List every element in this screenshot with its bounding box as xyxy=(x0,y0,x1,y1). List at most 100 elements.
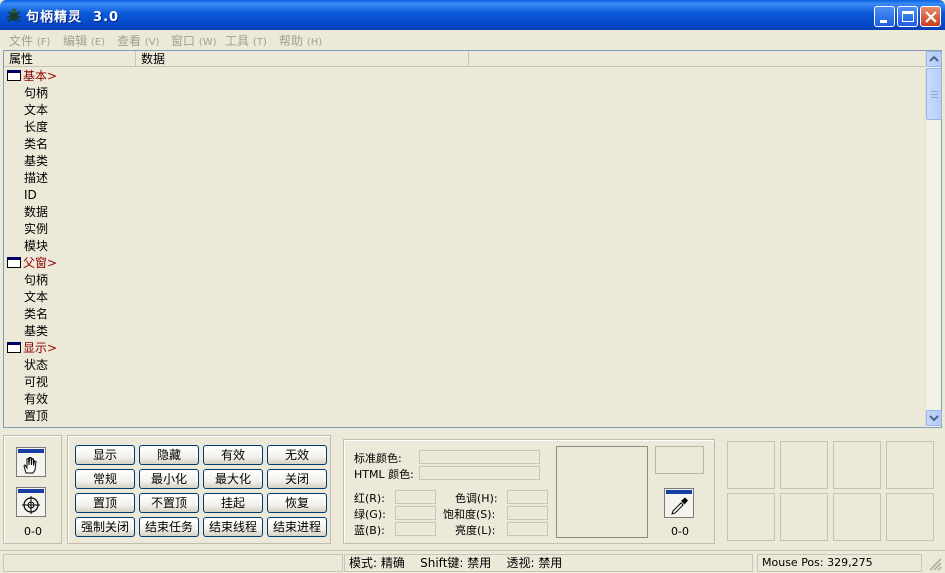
action-button[interactable]: 显示 xyxy=(75,445,135,465)
window-icon xyxy=(7,342,21,353)
property-row[interactable]: 类名 xyxy=(24,306,48,323)
zoom-cell xyxy=(833,441,881,489)
action-button[interactable]: 挂起 xyxy=(203,493,263,513)
action-button[interactable]: 结束任务 xyxy=(139,517,199,537)
column-header-property[interactable]: 属性 xyxy=(4,51,136,67)
property-label: 模块 xyxy=(24,239,49,253)
html-color-field[interactable] xyxy=(419,466,540,480)
action-button[interactable]: 强制关闭 xyxy=(75,517,135,537)
property-row[interactable]: 句柄 xyxy=(24,85,48,102)
menu-help[interactable]: 帮助 (H) xyxy=(279,32,322,49)
property-row[interactable]: 基类 xyxy=(24,323,48,340)
property-label: 基本> xyxy=(23,69,58,83)
title-bar[interactable]: 句柄精灵 3.0 xyxy=(0,0,945,30)
property-row[interactable]: 数据 xyxy=(24,204,48,221)
scroll-up-button[interactable] xyxy=(926,51,942,67)
property-row[interactable]: 有效 xyxy=(24,391,48,408)
zoom-cell xyxy=(886,493,934,541)
window-icon xyxy=(7,257,21,268)
scroll-down-button[interactable] xyxy=(926,410,942,426)
action-button[interactable]: 关闭 xyxy=(267,469,327,489)
status-mode: 模式: 精确 xyxy=(349,556,405,570)
action-button[interactable]: 不置顶 xyxy=(139,493,199,513)
resize-grip-icon[interactable] xyxy=(928,557,942,571)
property-label: 显示> xyxy=(23,341,58,355)
property-row[interactable]: 句柄 xyxy=(24,272,48,289)
blue-field[interactable] xyxy=(395,522,436,536)
property-grid[interactable]: 属性 数据 基本> 句柄 文本 长度 类名 基类 描述 ID 数据 实例 模块 父窗> 句柄 文本 类名 基类… xyxy=(3,50,942,428)
menu-view[interactable]: 查看 (V) xyxy=(117,32,160,49)
property-group-row[interactable]: 显示> xyxy=(7,340,57,357)
action-button[interactable]: 置顶 xyxy=(75,493,135,513)
menu-tools[interactable]: 工具 (T) xyxy=(225,32,267,49)
property-row[interactable]: 实例 xyxy=(24,221,48,238)
finder-coords: 0-0 xyxy=(24,525,42,538)
grid-header: 属性 数据 xyxy=(4,51,927,67)
property-label: 句柄 xyxy=(24,86,49,100)
property-label: ID xyxy=(24,188,37,202)
property-row[interactable]: 文本 xyxy=(24,102,48,119)
status-shift: Shift键: 禁用 xyxy=(420,556,492,570)
menu-edit[interactable]: 编辑 (E) xyxy=(63,32,105,49)
action-button[interactable]: 有效 xyxy=(203,445,263,465)
column-header-data[interactable]: 数据 xyxy=(136,51,469,67)
zoom-cell xyxy=(780,493,828,541)
action-button[interactable]: 结束线程 xyxy=(203,517,263,537)
action-button[interactable]: 结束进程 xyxy=(267,517,327,537)
property-group-row[interactable]: 基本> xyxy=(7,68,57,85)
action-button[interactable]: 最大化 xyxy=(203,469,263,489)
close-button[interactable] xyxy=(920,6,941,27)
property-label: 状态 xyxy=(24,358,49,372)
color-magnifier-preview xyxy=(556,446,648,538)
property-label: 类名 xyxy=(24,137,49,151)
property-label: 基类 xyxy=(24,324,49,338)
red-field[interactable] xyxy=(395,490,436,504)
window-icon xyxy=(7,70,21,81)
property-row[interactable]: ID xyxy=(24,187,37,204)
hue-field[interactable] xyxy=(507,490,548,504)
status-bar: 模式: 精确 Shift键: 禁用 透视: 禁用 Mouse Pos: 329,… xyxy=(0,550,945,573)
property-row[interactable]: 文本 xyxy=(24,289,48,306)
window-title: 句柄精灵 3.0 xyxy=(26,10,120,25)
property-row[interactable]: 可视 xyxy=(24,374,48,391)
property-label: 有效 xyxy=(24,392,49,406)
eyedropper-button[interactable] xyxy=(664,488,694,518)
saturation-field[interactable] xyxy=(507,506,548,520)
green-field[interactable] xyxy=(395,506,436,520)
scroll-thumb[interactable] xyxy=(926,68,942,120)
menu-file[interactable]: 文件 (F) xyxy=(9,32,50,49)
minimize-button[interactable] xyxy=(874,6,895,27)
property-row[interactable]: 长度 xyxy=(24,119,48,136)
property-row[interactable]: 类名 xyxy=(24,136,48,153)
hue-label: 色调(H): xyxy=(455,492,498,505)
action-button[interactable]: 恢复 xyxy=(267,493,327,513)
property-row[interactable]: 状态 xyxy=(24,357,48,374)
action-button[interactable]: 无效 xyxy=(267,445,327,465)
target-finder-button[interactable] xyxy=(16,487,46,517)
vertical-scrollbar[interactable] xyxy=(925,51,942,427)
property-row[interactable]: 描述 xyxy=(24,170,48,187)
zoom-cell xyxy=(727,441,775,489)
property-row[interactable]: 模块 xyxy=(24,238,48,255)
menu-window[interactable]: 窗口 (W) xyxy=(171,32,217,49)
std-color-field[interactable] xyxy=(419,450,540,464)
property-row[interactable]: 置顶 xyxy=(24,408,48,425)
saturation-label: 饱和度(S): xyxy=(443,508,496,521)
menu-bar: 文件 (F) 编辑 (E) 查看 (V) 窗口 (W) 工具 (T) 帮助 (H… xyxy=(0,30,945,49)
action-button[interactable]: 隐藏 xyxy=(139,445,199,465)
property-label: 类名 xyxy=(24,307,49,321)
property-group-row[interactable]: 父窗> xyxy=(7,255,57,272)
property-label: 数据 xyxy=(24,205,49,219)
maximize-button[interactable] xyxy=(897,6,918,27)
property-label: 句柄 xyxy=(24,273,49,287)
hand-finder-button[interactable] xyxy=(16,447,46,477)
crosshair-finder-icon xyxy=(22,496,40,514)
status-pane-modes: 模式: 精确 Shift键: 禁用 透视: 禁用 xyxy=(344,554,753,572)
blue-label: 蓝(B): xyxy=(354,524,385,537)
luminance-field[interactable] xyxy=(507,522,548,536)
property-row[interactable]: 基类 xyxy=(24,153,48,170)
action-button[interactable]: 最小化 xyxy=(139,469,199,489)
action-button[interactable]: 常规 xyxy=(75,469,135,489)
property-label: 文本 xyxy=(24,290,49,304)
status-transparent: 透视: 禁用 xyxy=(506,556,563,570)
